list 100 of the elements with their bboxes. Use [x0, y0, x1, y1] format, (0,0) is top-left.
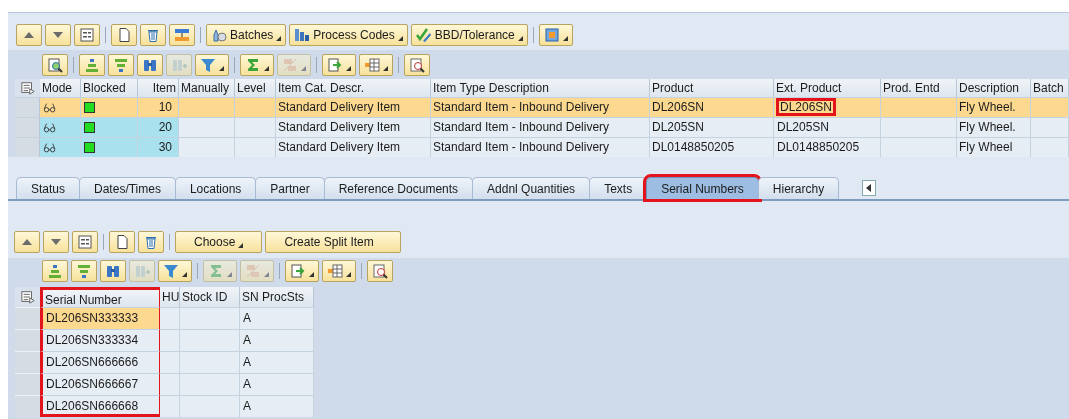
- toolbar-button[interactable]: Create Split Item: [265, 231, 401, 253]
- filter-button[interactable]: [195, 53, 229, 76]
- filter-icon: [163, 263, 179, 279]
- table-cell: [180, 307, 240, 329]
- layout-icon: [364, 56, 380, 73]
- toolbar-button[interactable]: Process Codes: [289, 23, 408, 46]
- column-header[interactable]: Batch: [1031, 79, 1069, 97]
- sum-button[interactable]: [240, 53, 274, 76]
- dropdown-caret-icon: [346, 272, 351, 277]
- column-header[interactable]: SN ProcSts: [240, 287, 314, 307]
- column-header[interactable]: Item Cat. Descr.: [276, 79, 431, 97]
- dropdown-caret-icon: [346, 65, 351, 71]
- tab[interactable]: Locations: [174, 177, 257, 199]
- structure-button[interactable]: [538, 23, 573, 46]
- table-cell: Standard Item - Inbound Delivery: [431, 98, 650, 117]
- table-cell: Standard Item - Inbound Delivery: [431, 118, 650, 137]
- move-down-button[interactable]: [45, 23, 71, 46]
- table-cell: [160, 329, 180, 351]
- print-preview-button[interactable]: [404, 53, 430, 76]
- details-button[interactable]: [74, 23, 100, 46]
- sort-descending-icon: [76, 263, 92, 279]
- layout-icon: [327, 263, 343, 279]
- tab[interactable]: Serial Numbers: [646, 177, 759, 199]
- layout-button[interactable]: [359, 53, 393, 76]
- column-header[interactable]: HU: [160, 287, 180, 307]
- table-cell: DL206SN: [776, 98, 837, 116]
- dropdown-caret-icon: [517, 35, 523, 41]
- find-button[interactable]: [100, 260, 126, 282]
- sort-ascending-button[interactable]: [79, 53, 105, 76]
- tab[interactable]: Hierarchy: [757, 177, 840, 199]
- new-button[interactable]: [109, 231, 135, 253]
- transfer-button[interactable]: [169, 23, 195, 46]
- filter-button[interactable]: [158, 260, 192, 282]
- table-cell: A: [240, 351, 314, 373]
- column-header[interactable]: Level: [235, 79, 276, 97]
- toolbar-button[interactable]: Batches: [206, 23, 287, 46]
- sort-ascending-icon: [47, 263, 63, 279]
- layout-button[interactable]: [322, 260, 356, 282]
- column-settings-icon: [20, 81, 35, 95]
- dropdown-caret-icon: [309, 272, 314, 277]
- column-header[interactable]: Serial Number: [40, 287, 160, 307]
- table-cell: Standard Delivery Item: [276, 138, 431, 157]
- print-preview-button[interactable]: [367, 260, 393, 282]
- new-button[interactable]: [111, 23, 137, 46]
- structure-icon: [543, 26, 560, 43]
- details-button[interactable]: [72, 231, 98, 253]
- dropdown-caret-icon: [276, 35, 282, 41]
- table-cell: DL206SN333334: [40, 329, 160, 351]
- blank-page-icon: [116, 26, 132, 43]
- column-header[interactable]: Item Type Description: [431, 79, 650, 97]
- find-button[interactable]: [137, 53, 163, 76]
- column-header[interactable]: Prod. Entd: [881, 79, 957, 97]
- column-header[interactable]: Ext. Product: [774, 79, 881, 97]
- table-cell: [160, 307, 180, 329]
- table-cell: DL0148850205: [650, 138, 774, 157]
- column-header[interactable]: Item: [138, 79, 179, 97]
- table-cell-text: DL0148850205: [776, 139, 861, 156]
- sort-descending-button[interactable]: [71, 260, 97, 282]
- left-arrow-icon: [866, 184, 873, 192]
- export-icon: [327, 56, 343, 73]
- toolbar-button[interactable]: BBD/Tolerance: [410, 23, 528, 46]
- tab[interactable]: Status: [16, 177, 81, 199]
- table-cell: [160, 373, 180, 395]
- tab[interactable]: Addnl Quantities: [472, 177, 591, 199]
- table-cell: 20: [138, 118, 179, 137]
- dropdown-caret-icon: [219, 65, 224, 71]
- column-header[interactable]: Blocked: [81, 79, 138, 97]
- tab[interactable]: Dates/Times: [79, 177, 176, 199]
- move-up-button[interactable]: [14, 231, 40, 253]
- details-icon: [79, 26, 95, 43]
- column-header[interactable]: Description: [957, 79, 1031, 97]
- column-header[interactable]: Product: [650, 79, 774, 97]
- table-cell: DL206SN666668: [40, 395, 160, 417]
- column-header[interactable]: Stock ID: [180, 287, 240, 307]
- table-cell: DL205SN: [650, 118, 774, 137]
- filter-icon: [200, 56, 216, 73]
- dropdown-caret-icon: [238, 243, 244, 248]
- move-down-button[interactable]: [43, 231, 69, 253]
- move-up-button[interactable]: [16, 23, 42, 46]
- find-next-icon: [134, 263, 150, 279]
- tab[interactable]: Partner: [255, 177, 325, 199]
- table-cell: DL206SN: [650, 98, 774, 117]
- sort-descending-button[interactable]: [108, 53, 134, 76]
- sort-ascending-button[interactable]: [42, 260, 68, 282]
- toolbar-button[interactable]: Choose: [175, 231, 263, 253]
- column-settings-icon: [20, 290, 35, 304]
- print-preview-icon: [409, 56, 425, 73]
- delete-button[interactable]: [138, 231, 164, 253]
- export-button[interactable]: [285, 260, 319, 282]
- column-header[interactable]: Mode: [40, 79, 81, 97]
- export-button[interactable]: [322, 53, 356, 76]
- table-cell: A: [240, 373, 314, 395]
- delete-button[interactable]: [140, 23, 166, 46]
- table-cell: DL206SN333333: [40, 307, 160, 329]
- sort-descending-icon: [113, 56, 129, 73]
- tab[interactable]: Reference Documents: [323, 177, 474, 199]
- column-header[interactable]: Manually: [179, 79, 235, 97]
- table-cell: Fly Wheel.: [957, 98, 1031, 117]
- scroll-left-button[interactable]: [862, 180, 877, 196]
- search-button[interactable]: [42, 53, 68, 76]
